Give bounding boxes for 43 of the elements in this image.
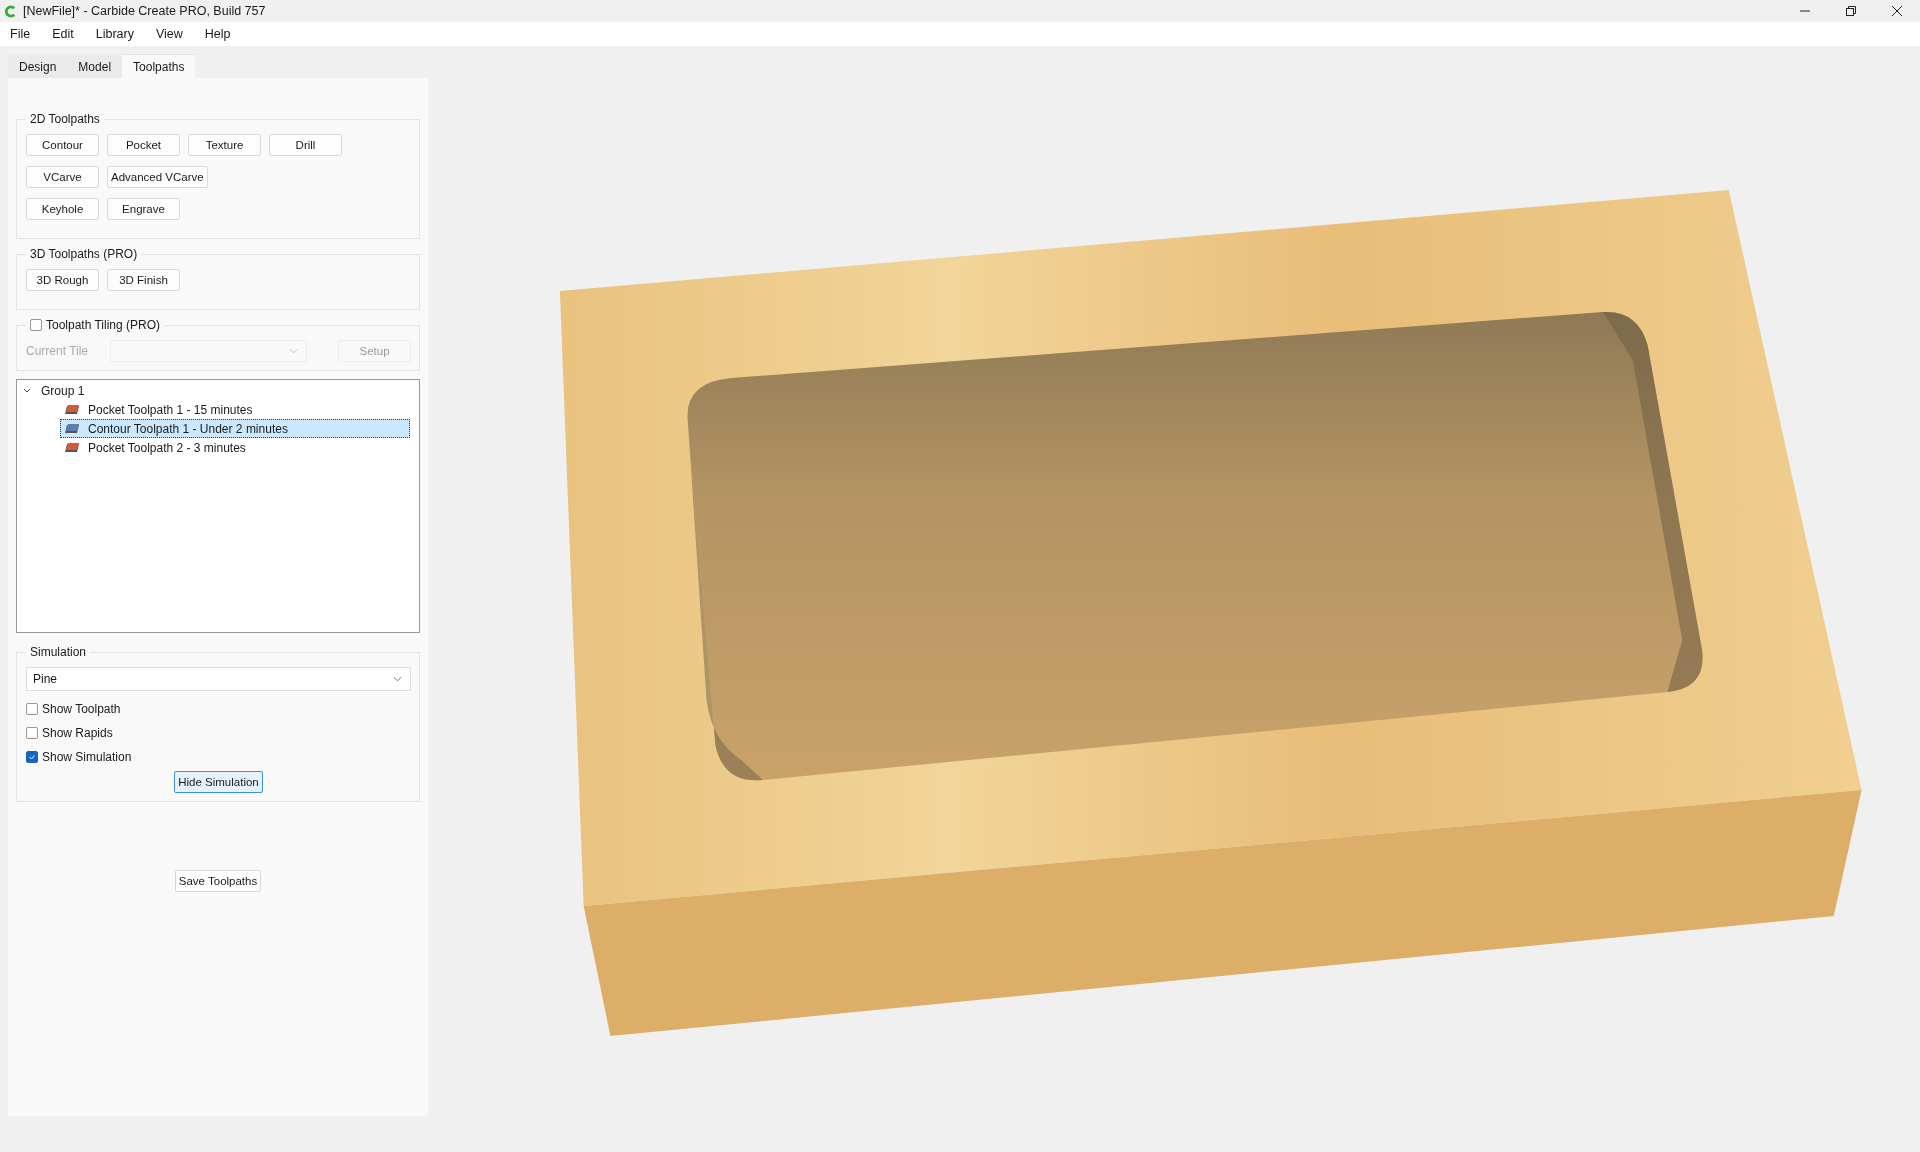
checkbox-label: Show Toolpath <box>42 702 121 716</box>
menu-item[interactable]: View <box>155 27 183 41</box>
tree-group[interactable]: Group 1 <box>41 384 85 398</box>
tree-item[interactable]: Pocket Toolpath 1 - 15 minutes <box>60 400 410 419</box>
window-title: [NewFile]* - Carbide Create PRO, Build 757 <box>23 4 267 18</box>
hide-simulation-button[interactable]: Hide Simulation <box>174 771 263 793</box>
save-toolpaths-button[interactable]: Save Toolpaths <box>174 870 262 892</box>
chevron-down-icon <box>289 348 298 354</box>
toolpath-button[interactable]: Advanced VCarve <box>107 166 208 188</box>
toolpath-button[interactable]: Texture <box>188 134 261 156</box>
checkbox-label: Toolpath Tiling (PRO) <box>46 318 161 332</box>
group-title: Simulation <box>29 645 88 659</box>
checkbox-label: Show Rapids <box>42 726 113 740</box>
tab[interactable]: Model <box>67 55 123 78</box>
menu-item[interactable]: Help <box>204 27 231 41</box>
toolpath-button[interactable]: Keyhole <box>26 198 99 220</box>
toolpath-button[interactable]: 3D Rough <box>26 269 99 291</box>
menu-item[interactable]: Library <box>95 27 134 41</box>
checkmark-icon <box>27 752 37 762</box>
checkbox[interactable] <box>26 751 38 763</box>
app-logo-icon <box>4 4 17 18</box>
tree-item[interactable]: Contour Toolpath 1 - Under 2 minutes <box>60 419 410 438</box>
checkbox-label: Show Simulation <box>42 750 132 764</box>
menu-item[interactable]: Edit <box>52 27 74 41</box>
tab[interactable]: Design <box>8 55 68 78</box>
toolpath-button[interactable]: VCarve <box>26 166 99 188</box>
group-title: 3D Toolpaths (PRO) <box>29 247 139 261</box>
chevron-down-icon <box>393 676 402 682</box>
menu-item[interactable]: File <box>10 27 31 41</box>
toolpath-button[interactable]: 3D Finish <box>107 269 180 291</box>
toolpath-button[interactable]: Contour <box>26 134 99 156</box>
close-icon[interactable] <box>1891 5 1903 17</box>
toolpath-button[interactable]: Pocket <box>107 134 180 156</box>
tab[interactable]: Toolpaths <box>122 55 196 78</box>
toolpath-button[interactable]: Drill <box>269 134 342 156</box>
restore-icon[interactable] <box>1845 5 1857 17</box>
group-title: 2D Toolpaths <box>29 112 101 126</box>
material-dropdown[interactable]: Pine <box>26 667 411 691</box>
toolpath-button[interactable]: Engrave <box>107 198 180 220</box>
tree-item[interactable]: Pocket Toolpath 2 - 3 minutes <box>60 438 410 457</box>
checkbox[interactable] <box>26 703 38 715</box>
current-tile-label: Current Tile <box>26 344 90 358</box>
checkbox[interactable] <box>26 727 38 739</box>
